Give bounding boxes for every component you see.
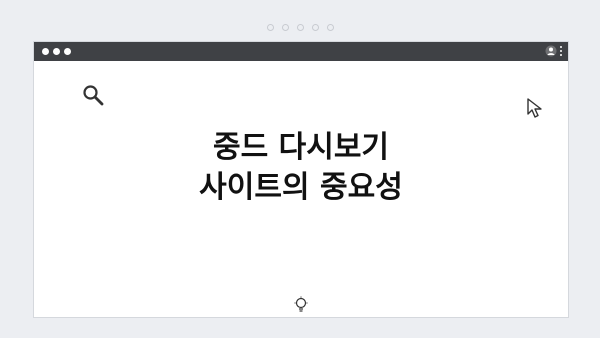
kebab-menu-icon[interactable] [560,46,562,56]
page-dot [296,24,304,31]
page-dot [266,24,274,31]
user-menu[interactable] [545,45,562,57]
page-dot [311,24,319,31]
title-line-1: 중드 다시보기 [212,130,390,165]
window-content: 중드 다시보기 사이트의 중요성 [34,61,568,317]
window-control-dot[interactable] [42,48,49,55]
title-line-2: 사이트의 중요성 [199,170,403,205]
user-icon[interactable] [545,45,557,57]
browser-window: 중드 다시보기 사이트의 중요성 [33,41,569,318]
search-icon[interactable] [81,83,105,107]
lightbulb-icon [294,296,308,312]
page-dot [326,24,334,31]
window-control-dot[interactable] [64,48,71,55]
window-titlebar [34,42,568,61]
window-control-dot[interactable] [53,48,60,55]
window-controls [42,48,71,55]
page-indicator-dots [0,24,600,31]
page-dot [281,24,289,31]
page-title: 중드 다시보기 사이트의 중요성 [34,128,568,208]
cursor-icon [527,98,542,118]
